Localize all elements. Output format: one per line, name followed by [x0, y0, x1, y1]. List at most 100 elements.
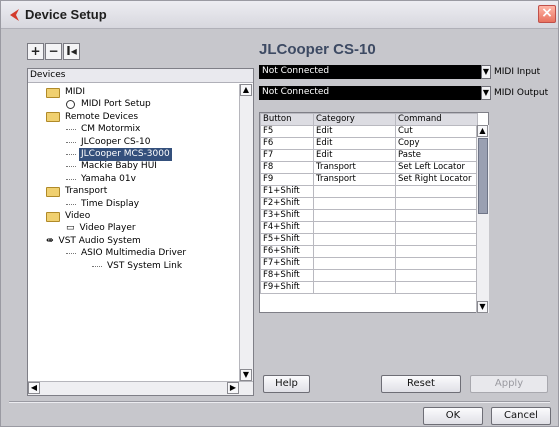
cancel-button[interactable]: Cancel — [491, 407, 551, 425]
category-cell[interactable] — [313, 245, 396, 258]
remove-device-button[interactable]: − — [45, 43, 62, 60]
tree-item[interactable]: Time Display — [66, 198, 141, 211]
tree-item[interactable]: VST System Link — [92, 260, 184, 273]
table-row[interactable]: F3+Shift — [260, 209, 478, 222]
help-button[interactable]: Help — [263, 375, 310, 393]
midi-output-select[interactable]: Not Connected — [259, 86, 481, 100]
table-row[interactable]: F6+Shift — [260, 245, 478, 258]
column-header-command[interactable]: Command — [395, 113, 478, 126]
title-bar[interactable]: Device Setup × — [1, 1, 558, 29]
button-cell[interactable]: F9+Shift — [260, 281, 314, 294]
button-cell[interactable]: F5+Shift — [260, 233, 314, 246]
midi-output-dropdown-icon[interactable]: ▼ — [481, 86, 491, 100]
command-cell[interactable] — [395, 233, 478, 246]
command-cell[interactable] — [395, 269, 478, 282]
scroll-up-icon[interactable]: ▲ — [240, 84, 252, 96]
table-row[interactable]: F2+Shift — [260, 197, 478, 210]
table-row[interactable]: F5+Shift — [260, 233, 478, 246]
command-cell[interactable] — [395, 245, 478, 258]
table-vertical-scrollbar[interactable]: ▲ ▼ — [476, 125, 489, 313]
command-cell[interactable]: Set Left Locator — [395, 161, 478, 174]
table-row[interactable]: F4+Shift — [260, 221, 478, 234]
midi-port-icon — [66, 100, 75, 110]
category-cell[interactable]: Edit — [313, 125, 396, 138]
table-row[interactable]: F9+Shift — [260, 281, 478, 294]
reset-button[interactable]: Reset — [381, 375, 461, 393]
command-cell[interactable] — [395, 185, 478, 198]
close-button[interactable]: × — [538, 5, 556, 23]
command-cell[interactable] — [395, 209, 478, 222]
table-row[interactable]: F7 Edit Paste — [260, 149, 478, 162]
category-cell[interactable] — [313, 197, 396, 210]
tree-item[interactable]: ⇼ VST Audio System — [46, 235, 143, 248]
button-cell[interactable]: F8+Shift — [260, 269, 314, 282]
tree-item[interactable]: MIDI Port Setup — [66, 98, 153, 111]
table-scroll-thumb[interactable] — [478, 138, 488, 214]
column-header-button[interactable]: Button — [260, 113, 314, 126]
category-cell[interactable] — [313, 281, 396, 294]
command-cell[interactable]: Copy — [395, 137, 478, 150]
button-cell[interactable]: F2+Shift — [260, 197, 314, 210]
table-scroll-up-icon[interactable]: ▲ — [477, 125, 488, 137]
tree-item[interactable]: Remote Devices — [46, 111, 140, 124]
button-cell[interactable]: F7+Shift — [260, 257, 314, 270]
folder-icon — [46, 87, 60, 98]
category-cell[interactable] — [313, 257, 396, 270]
button-cell[interactable]: F3+Shift — [260, 209, 314, 222]
tree-item[interactable]: Video — [46, 210, 92, 223]
table-row[interactable]: F7+Shift — [260, 257, 478, 270]
tree-item[interactable]: MIDI — [46, 86, 87, 99]
tree-item[interactable]: JLCooper MCS-3000 — [66, 148, 172, 161]
tree-item[interactable]: JLCooper CS-10 — [66, 136, 152, 149]
apply-button[interactable]: Apply — [470, 375, 548, 393]
button-cell[interactable]: F7 — [260, 149, 314, 162]
command-cell[interactable]: Cut — [395, 125, 478, 138]
category-cell[interactable]: Transport — [313, 161, 396, 174]
devices-horizontal-scrollbar[interactable]: ◀ ▶ — [28, 381, 253, 395]
table-scroll-down-icon[interactable]: ▼ — [477, 301, 488, 313]
tree-item[interactable]: CM Motormix — [66, 123, 142, 136]
tree-item[interactable]: Mackie Baby HUI — [66, 160, 159, 173]
button-cell[interactable]: F6+Shift — [260, 245, 314, 258]
button-cell[interactable]: F6 — [260, 137, 314, 150]
command-cell[interactable] — [395, 257, 478, 270]
table-row[interactable]: F1+Shift — [260, 185, 478, 198]
midi-input-select[interactable]: Not Connected — [259, 65, 481, 79]
midi-input-dropdown-icon[interactable]: ▼ — [481, 65, 491, 79]
tree-item[interactable]: ASIO Multimedia Driver — [66, 247, 188, 260]
add-device-button[interactable]: + — [27, 43, 44, 60]
category-cell[interactable] — [313, 209, 396, 222]
button-cell[interactable]: F8 — [260, 161, 314, 174]
tree-item[interactable]: ▭ Video Player — [66, 222, 138, 235]
scroll-right-icon[interactable]: ▶ — [227, 382, 239, 394]
category-cell[interactable] — [313, 233, 396, 246]
table-row[interactable]: F5 Edit Cut — [260, 125, 478, 138]
table-row[interactable]: F9 Transport Set Right Locator — [260, 173, 478, 186]
column-header-category[interactable]: Category — [313, 113, 396, 126]
category-cell[interactable] — [313, 269, 396, 282]
category-cell[interactable]: Edit — [313, 137, 396, 150]
ok-button[interactable]: OK — [423, 407, 483, 425]
category-cell[interactable]: Edit — [313, 149, 396, 162]
category-cell[interactable]: Transport — [313, 173, 396, 186]
table-row[interactable]: F8+Shift — [260, 269, 478, 282]
category-cell[interactable] — [313, 221, 396, 234]
table-row[interactable]: F6 Edit Copy — [260, 137, 478, 150]
command-cell[interactable] — [395, 221, 478, 234]
tree-item[interactable]: Transport — [46, 185, 109, 198]
command-cell[interactable]: Set Right Locator — [395, 173, 478, 186]
category-cell[interactable] — [313, 185, 396, 198]
button-cell[interactable]: F9 — [260, 173, 314, 186]
reset-device-button[interactable]: I◂ — [63, 43, 80, 60]
button-cell[interactable]: F5 — [260, 125, 314, 138]
scroll-down-icon[interactable]: ▼ — [240, 369, 252, 381]
table-row[interactable]: F8 Transport Set Left Locator — [260, 161, 478, 174]
devices-vertical-scrollbar[interactable]: ▲ ▼ — [239, 84, 253, 381]
command-cell[interactable] — [395, 281, 478, 294]
scroll-left-icon[interactable]: ◀ — [28, 382, 40, 394]
button-cell[interactable]: F1+Shift — [260, 185, 314, 198]
command-cell[interactable] — [395, 197, 478, 210]
button-cell[interactable]: F4+Shift — [260, 221, 314, 234]
command-cell[interactable]: Paste — [395, 149, 478, 162]
tree-item[interactable]: Yamaha 01v — [66, 173, 138, 186]
